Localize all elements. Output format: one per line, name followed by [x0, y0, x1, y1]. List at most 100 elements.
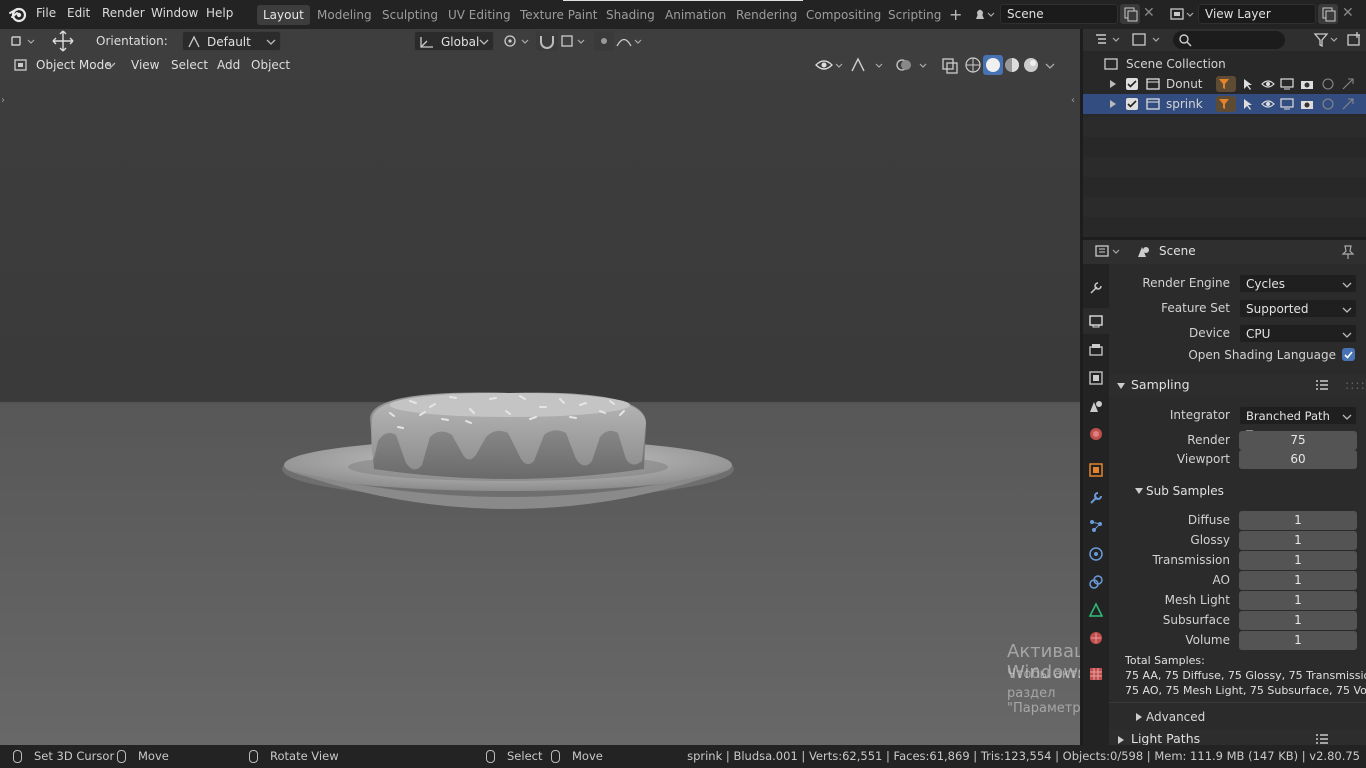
- tab-texture-icon[interactable]: [1088, 666, 1104, 682]
- selectable-arrow-icon[interactable]: [1241, 97, 1255, 111]
- tab-physics-icon[interactable]: [1088, 546, 1104, 562]
- mode-dropdown[interactable]: Object Mode: [8, 55, 120, 75]
- shading-solid-icon[interactable]: [983, 55, 1003, 75]
- visibility-eye-icon[interactable]: [814, 55, 846, 75]
- indirect-only-arrow-icon[interactable]: [1341, 97, 1355, 111]
- scene-name-field[interactable]: Scene: [1000, 4, 1118, 24]
- tab-uv-editing[interactable]: UV Editing: [442, 5, 517, 25]
- tab-view-layer-icon[interactable]: [1088, 370, 1104, 386]
- menu-edit[interactable]: Edit: [67, 6, 90, 20]
- xray-icon[interactable]: [940, 55, 960, 75]
- filter-funnel-icon[interactable]: [1216, 76, 1236, 92]
- sidebar-expand-chevron-icon[interactable]: ‹: [1071, 95, 1075, 106]
- display-mode-icon[interactable]: [1129, 31, 1163, 49]
- sub-sample-field[interactable]: 1: [1239, 531, 1357, 550]
- render-engine-dropdown[interactable]: Cycles: [1239, 274, 1357, 293]
- viewport-samples-field[interactable]: 60: [1239, 450, 1357, 469]
- sub-sample-field[interactable]: 1: [1239, 591, 1357, 610]
- remove-view-layer-close-icon[interactable]: ✕: [1342, 5, 1356, 23]
- include-checkbox[interactable]: [1126, 78, 1138, 90]
- sampling-section-header[interactable]: Sampling ::::: [1109, 374, 1366, 396]
- editor-type-icon[interactable]: [6, 31, 40, 51]
- light-paths-section-header[interactable]: Light Paths: [1109, 730, 1366, 746]
- tab-particles-icon[interactable]: [1088, 518, 1104, 534]
- osl-checkbox[interactable]: [1342, 348, 1355, 361]
- render-camera-icon[interactable]: [1300, 97, 1314, 111]
- sub-sample-field[interactable]: 1: [1239, 511, 1357, 530]
- proportional-edit-icon[interactable]: [594, 31, 614, 51]
- outliner-editor-type-icon[interactable]: [1093, 31, 1123, 49]
- holdout-circle-icon[interactable]: [1321, 77, 1335, 91]
- view-layer-field[interactable]: View Layer: [1198, 4, 1316, 24]
- expand-arrow-icon[interactable]: [1109, 100, 1117, 108]
- move-tool-icon[interactable]: [50, 29, 76, 53]
- viewport-display-monitor-icon[interactable]: [1280, 77, 1294, 91]
- tab-texture-paint[interactable]: Texture Paint: [514, 5, 603, 25]
- tab-object-icon[interactable]: [1088, 462, 1104, 478]
- menu-add[interactable]: Add: [217, 55, 240, 75]
- outliner-search-input[interactable]: [1173, 31, 1285, 49]
- tab-data-icon[interactable]: [1088, 602, 1104, 618]
- presets-list-icon[interactable]: [1315, 733, 1329, 745]
- tab-scene-icon[interactable]: [1088, 398, 1104, 414]
- unlink-scene-close-icon[interactable]: ✕: [1143, 5, 1157, 23]
- pin-icon[interactable]: [1341, 244, 1355, 260]
- menu-view[interactable]: View: [131, 55, 159, 75]
- feature-set-dropdown[interactable]: Supported: [1239, 299, 1357, 318]
- tab-rendering[interactable]: Rendering: [730, 5, 803, 25]
- tab-scripting[interactable]: Scripting: [882, 5, 947, 25]
- menu-help[interactable]: Help: [206, 6, 233, 20]
- tab-render-active[interactable]: [1083, 308, 1109, 334]
- scene-icon[interactable]: [972, 5, 996, 25]
- tab-tool-icon[interactable]: [1088, 280, 1104, 296]
- render-samples-field[interactable]: 75: [1239, 431, 1357, 450]
- proportional-falloff-icon[interactable]: [614, 31, 646, 51]
- transform-space-dropdown[interactable]: Global: [414, 31, 494, 51]
- snap-target-icon[interactable]: [558, 31, 588, 51]
- drag-handle-icon[interactable]: ::::: [1345, 374, 1366, 396]
- presets-list-icon[interactable]: [1315, 379, 1329, 391]
- shading-material-icon[interactable]: [1003, 55, 1021, 75]
- outliner-scene-collection[interactable]: Scene Collection: [1083, 54, 1366, 74]
- shading-rendered-icon[interactable]: [1022, 55, 1040, 75]
- include-checkbox[interactable]: [1126, 98, 1138, 110]
- render-camera-icon[interactable]: [1300, 77, 1314, 91]
- new-collection-icon[interactable]: [1345, 31, 1363, 49]
- tab-material-icon[interactable]: [1088, 630, 1104, 646]
- expand-arrow-icon[interactable]: [1109, 80, 1117, 88]
- tab-modifier-wrench-icon[interactable]: [1088, 490, 1104, 506]
- tab-world-icon[interactable]: [1088, 426, 1104, 442]
- holdout-circle-icon[interactable]: [1321, 97, 1335, 111]
- menu-select[interactable]: Select: [171, 55, 208, 75]
- selectable-arrow-icon[interactable]: [1241, 77, 1255, 91]
- viewport-display-monitor-icon[interactable]: [1280, 97, 1294, 111]
- tab-sculpting[interactable]: Sculpting: [376, 5, 444, 25]
- tab-compositing[interactable]: Compositing: [800, 5, 887, 25]
- blender-logo-icon[interactable]: [8, 5, 28, 23]
- properties-editor-type-icon[interactable]: [1093, 243, 1123, 261]
- tab-modeling[interactable]: Modeling: [311, 5, 378, 25]
- orientation-dropdown[interactable]: Default: [182, 31, 281, 51]
- menu-object[interactable]: Object: [251, 55, 290, 75]
- tab-layout[interactable]: Layout: [257, 5, 310, 25]
- shading-options-chevron-icon[interactable]: [1042, 55, 1058, 75]
- gizmo-icon[interactable]: [848, 55, 886, 75]
- sub-sample-field[interactable]: 1: [1239, 571, 1357, 590]
- device-dropdown[interactable]: CPU: [1239, 324, 1357, 343]
- pivot-point-icon[interactable]: [500, 31, 532, 51]
- snap-magnet-icon[interactable]: [536, 31, 558, 51]
- integrator-dropdown[interactable]: Branched Path Tra...: [1239, 406, 1357, 442]
- sub-sample-field[interactable]: 1: [1239, 611, 1357, 630]
- new-scene-copy-icon[interactable]: [1120, 4, 1140, 24]
- outliner-row[interactable]: sprink: [1083, 94, 1366, 114]
- menu-window[interactable]: Window: [151, 6, 198, 20]
- tab-shading[interactable]: Shading: [600, 5, 661, 25]
- outliner-row[interactable]: Donut: [1083, 74, 1366, 94]
- filter-icon[interactable]: [1313, 31, 1341, 49]
- overlays-icon[interactable]: [894, 55, 932, 75]
- sub-samples-header[interactable]: Sub Samples: [1131, 482, 1224, 500]
- visibility-eye-icon[interactable]: [1261, 97, 1275, 111]
- shading-wireframe-icon[interactable]: [964, 55, 982, 75]
- 3d-viewport[interactable]: Orientation: Default Global Object Mode …: [0, 29, 1080, 745]
- tab-output-icon[interactable]: [1088, 342, 1104, 358]
